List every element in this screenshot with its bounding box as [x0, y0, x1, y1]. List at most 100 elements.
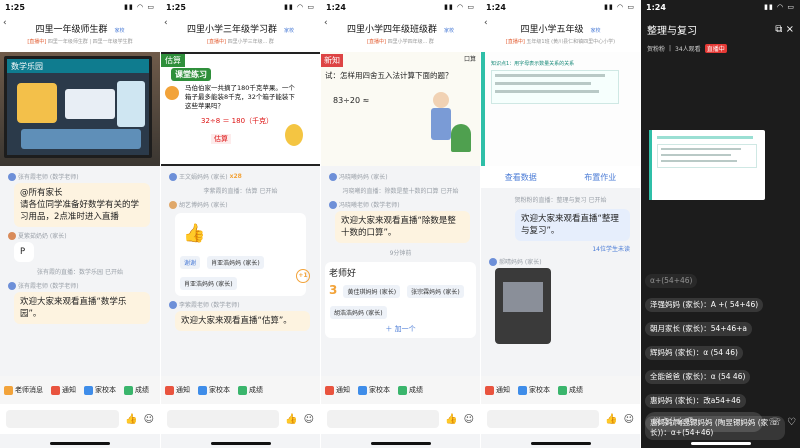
- avatar[interactable]: [8, 281, 16, 290]
- group-title: 四里小学三年级学习群: [186, 25, 277, 35]
- message-bubble[interactable]: 欢迎大家来观看直播“估算”。: [175, 311, 310, 331]
- message-input-bar: 👍 ☺: [161, 404, 320, 434]
- live-video[interactable]: [649, 130, 765, 200]
- back-arrow-icon[interactable]: ‹: [164, 18, 168, 28]
- back-arrow-icon[interactable]: ‹: [324, 18, 328, 28]
- tab-grades[interactable]: 成绩: [398, 385, 423, 395]
- message-input[interactable]: [327, 410, 440, 428]
- status-bar: 1:24 ▮▮ ◠ ▭: [321, 0, 480, 14]
- message-input[interactable]: [6, 410, 120, 428]
- emoji-icon[interactable]: ☺: [304, 414, 314, 425]
- comment-input[interactable]: 说点什么吧: [645, 412, 763, 432]
- message-sender: 李紫霞老师 (数学老师): [169, 300, 316, 309]
- message-bubble[interactable]: P: [14, 242, 34, 262]
- tab-homeschool[interactable]: 家校本: [518, 385, 550, 395]
- group-subtitle[interactable]: [直播中] 四里一年级师生群 | 四里一年级学生群: [0, 38, 160, 45]
- group-subtitle[interactable]: [直播中] 四里小学三年级... 群: [161, 38, 320, 45]
- thumbs-up-icon[interactable]: 👍: [605, 414, 617, 425]
- status-bar: 1:25 ▮▮ ◠ ▭: [0, 0, 160, 14]
- avatar[interactable]: [169, 200, 177, 209]
- emoji-icon[interactable]: ☺: [464, 414, 474, 425]
- video-heading: 课堂练习: [171, 68, 211, 81]
- tab-grades[interactable]: 成绩: [558, 385, 583, 395]
- like-icon[interactable]: ♡: [787, 417, 796, 428]
- message-sender: 张有霞老师 (数学老师): [8, 281, 156, 290]
- message-list[interactable]: 张有霞老师 (数学老师) @所有家长 请各位同学准备好数学有关的学习用品，2点准…: [0, 166, 160, 376]
- reaction-chip[interactable]: 黄佳琪妈妈 (家长): [343, 285, 401, 298]
- message-input[interactable]: [167, 410, 280, 428]
- message-sender: 胡艺博妈妈 (家长): [169, 200, 316, 209]
- system-notice[interactable]: 冯晓曦的直播：除数是整十数的口算 已开始: [325, 186, 476, 195]
- message-bubble[interactable]: 欢迎大家来观看直播“整理与复习”。: [515, 209, 630, 241]
- message-list[interactable]: 王文娟妈妈 (家长) x28 李紫霞的直播：估算 已开始 胡艺博妈妈 (家长) 👍…: [161, 166, 320, 376]
- shared-photo[interactable]: [495, 268, 551, 344]
- tab-notice[interactable]: 通知: [485, 385, 510, 395]
- video-tag: 估算: [161, 54, 185, 67]
- share-icon[interactable]: ⧉ ×: [775, 24, 794, 35]
- phone-panel-4: 1:24 ▮▮ ◠ ▭ ‹ 四里小学五年级 家校 [直播中] 五年级1班 (黄川…: [481, 0, 640, 448]
- tab-grades[interactable]: 成绩: [124, 385, 149, 395]
- video-corner-label: 口算: [463, 56, 476, 63]
- add-one-button[interactable]: ＋ 加一个: [329, 324, 472, 334]
- reaction-chip[interactable]: 谢谢: [180, 256, 201, 269]
- unread-count[interactable]: 14位学生未读: [491, 244, 630, 253]
- home-indicator: [50, 442, 110, 445]
- message-bubble[interactable]: 欢迎大家来观看直播“除数是整十数的口算”。: [335, 211, 470, 243]
- avatar[interactable]: [489, 257, 497, 266]
- group-subtitle[interactable]: [直播中] 五年级1班 (黄川县仁和镇四里中心小学): [481, 38, 640, 45]
- reaction-card[interactable]: 老师好 3 黄佳琪妈妈 (家长) 张宗霖妈妈 (家长) 胡浩浩妈妈 (家长) ＋…: [325, 262, 476, 338]
- status-bar: 1:25 ▮▮ ◠ ▭: [161, 0, 320, 14]
- reaction-chip[interactable]: 张宗霖妈妈 (家长): [407, 285, 464, 298]
- back-arrow-icon[interactable]: ‹: [484, 18, 488, 28]
- reaction-chip[interactable]: 肖亚浩妈妈 (家长): [180, 277, 237, 290]
- message-bubble[interactable]: @所有家长 请各位同学准备好数学有关的学习用品，2点准时进入直播: [14, 183, 150, 227]
- signal-wifi-battery-icon: ▮▮ ◠ ▭: [124, 3, 155, 11]
- message-bubble[interactable]: 欢迎大家来观看直播“数学乐园”。: [14, 292, 150, 324]
- reaction-chip[interactable]: 胡浩浩妈妈 (家长): [330, 306, 387, 319]
- status-bar: 1:24 ▮▮ ◠ ▭: [481, 0, 640, 14]
- assign-homework-button[interactable]: 布置作业: [584, 172, 616, 183]
- message-list[interactable]: 贺粉粉的直播：整理与复习 已开始 欢迎大家来观看直播“整理与复习”。 14位学生…: [481, 188, 640, 376]
- reaction-chip[interactable]: 肖亚浩妈妈 (家长): [207, 256, 264, 269]
- tab-homeschool[interactable]: 家校本: [198, 385, 230, 395]
- group-subtitle[interactable]: [直播中] 四里小学四年级... 群: [321, 38, 480, 45]
- live-actions: 查看数据 布置作业: [481, 166, 640, 188]
- avatar[interactable]: [8, 172, 16, 181]
- view-data-button[interactable]: 查看数据: [505, 172, 537, 183]
- tab-notice[interactable]: 通知: [165, 385, 190, 395]
- tab-teacher-messages[interactable]: 老师消息: [4, 385, 43, 395]
- signal-wifi-battery-icon: ▮▮ ◠ ▭: [444, 3, 475, 11]
- thumbs-up-icon[interactable]: 👍: [125, 414, 137, 425]
- system-notice[interactable]: 贺粉粉的直播：整理与复习 已开始: [485, 195, 636, 204]
- thumbs-up-icon[interactable]: 👍: [445, 414, 457, 425]
- avatar[interactable]: [8, 231, 16, 240]
- message-sender: 张有霞老师 (数学老师): [8, 172, 156, 181]
- system-notice[interactable]: 张有霞的直播：数学乐园 已开始: [4, 267, 156, 276]
- live-video[interactable]: 估算 课堂练习 马伯伯家一共摘了180千克苹果。一个箱子最多能装8千克，32个箱…: [161, 52, 320, 166]
- tab-homeschool[interactable]: 家校本: [358, 385, 390, 395]
- thumbs-up-icon[interactable]: 👍: [285, 414, 297, 425]
- message-list[interactable]: 冯晓曦妈妈 (家长) 冯晓曦的直播：除数是整十数的口算 已开始 冯晓曦老师 (数…: [321, 166, 480, 376]
- phone-link-icon[interactable]: ☏: [769, 417, 782, 428]
- avatar[interactable]: [169, 172, 177, 181]
- live-video[interactable]: 知识点1：用字母表示数量关系的关系: [481, 52, 640, 166]
- emoji-icon[interactable]: ☺: [624, 414, 634, 425]
- avatar[interactable]: [329, 172, 337, 181]
- avatar[interactable]: [169, 300, 177, 309]
- tab-grades[interactable]: 成绩: [238, 385, 263, 395]
- message-input[interactable]: [487, 410, 600, 428]
- avatar[interactable]: [329, 200, 337, 209]
- live-video[interactable]: 口算 新知 试：怎样用四舍五入法计算下面的题？ 83÷20 ≈: [321, 52, 480, 166]
- reaction-card[interactable]: 👍 谢谢 肖亚浩妈妈 (家长) 肖亚浩妈妈 (家长) +1: [175, 213, 310, 296]
- tab-notice[interactable]: 通知: [51, 385, 76, 395]
- video-label: 估算: [211, 134, 231, 144]
- emoji-icon[interactable]: ☺: [144, 414, 154, 425]
- card-text: 老师好: [329, 269, 357, 279]
- plus-one-button[interactable]: +1: [296, 269, 310, 283]
- tab-notice[interactable]: 通知: [325, 385, 350, 395]
- video-text: 试：怎样用四舍五入法计算下面的题？: [325, 71, 453, 80]
- back-arrow-icon[interactable]: ‹: [3, 18, 7, 28]
- tab-homeschool[interactable]: 家校本: [84, 385, 116, 395]
- system-notice[interactable]: 李紫霞的直播：估算 已开始: [165, 186, 316, 195]
- live-video[interactable]: 数学乐园: [0, 52, 160, 166]
